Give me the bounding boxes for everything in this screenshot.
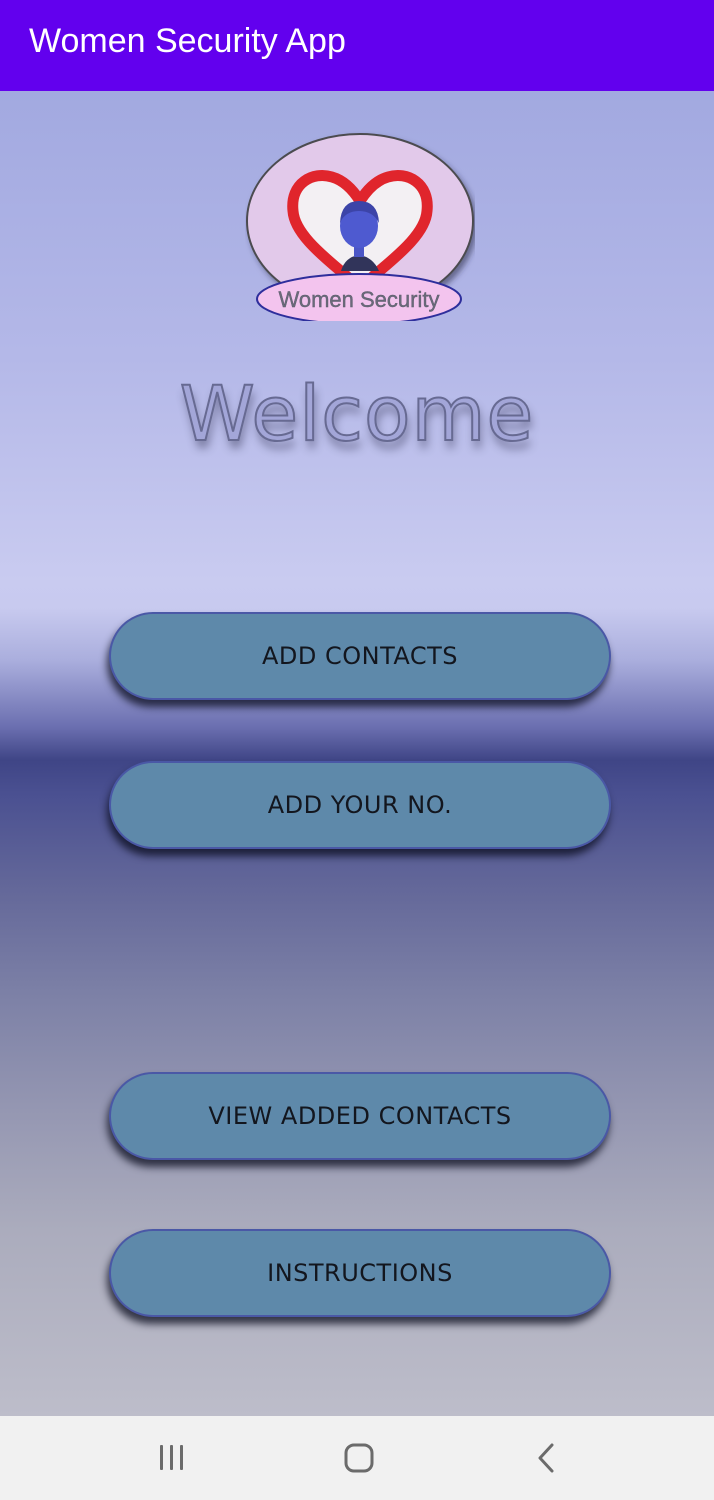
back-icon (538, 1443, 554, 1473)
home-icon (344, 1443, 374, 1473)
view-added-contacts-button[interactable]: VIEW ADDED CONTACTS (109, 1072, 611, 1160)
app-logo: Women Security (246, 133, 474, 321)
recent-apps-icon (160, 1445, 183, 1470)
add-contacts-button[interactable]: ADD CONTACTS (109, 612, 611, 700)
main-content: Women Security Welcome ADD CONTACTS ADD … (0, 91, 714, 1416)
screen: Women Security App Women Security Welcom… (0, 0, 714, 1500)
system-navigation-bar (0, 1416, 714, 1500)
logo-text: Women Security (279, 287, 440, 312)
recent-apps-button[interactable] (142, 1428, 202, 1488)
back-button[interactable] (517, 1428, 577, 1488)
add-your-number-button[interactable]: ADD YOUR NO. (109, 761, 611, 849)
app-bar: Women Security App (0, 0, 714, 91)
app-title: Women Security App (29, 22, 346, 60)
instructions-button[interactable]: INSTRUCTIONS (109, 1229, 611, 1317)
home-button[interactable] (329, 1428, 389, 1488)
welcome-heading: Welcome (179, 368, 535, 459)
